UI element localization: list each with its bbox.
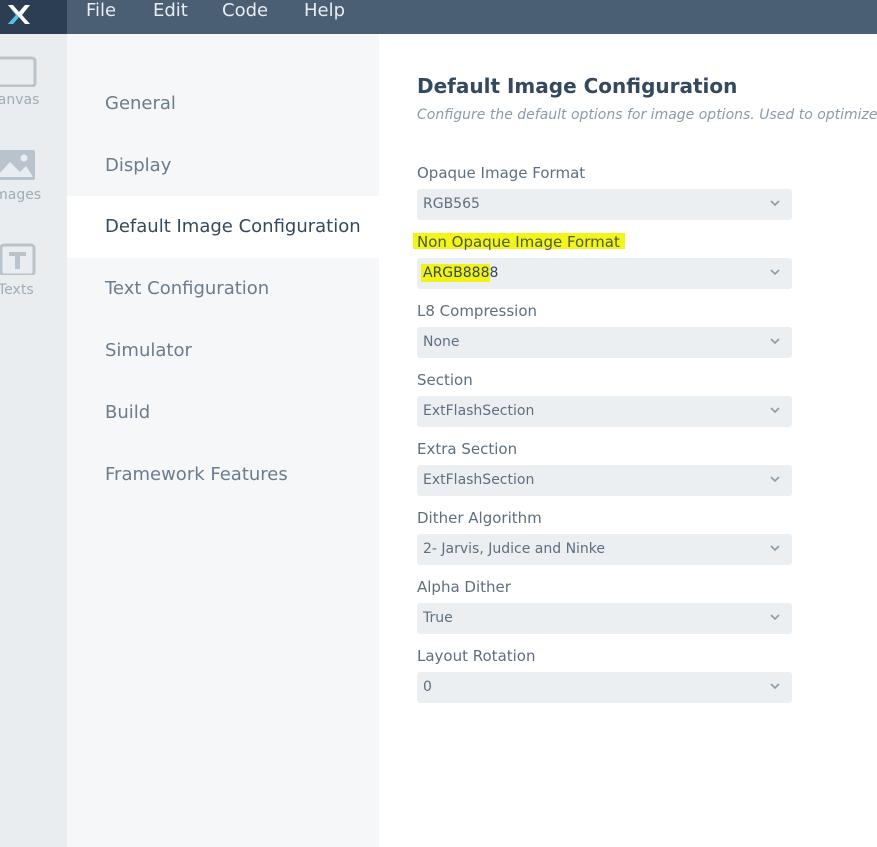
extra-section-select[interactable]: ExtFlashSection [417,465,792,496]
field-label-opaque-image-format: Opaque Image Format [417,164,586,182]
texts-icon [0,243,36,275]
logo-x-icon [8,5,30,24]
select-value: 0 [423,679,432,695]
rail-item-texts[interactable]: Texts [0,239,67,319]
non-opaque-image-format-select[interactable]: ARGB8888 [417,258,792,289]
menu-edit[interactable]: Edit [153,0,188,24]
nav-item-build[interactable]: Build [67,382,379,444]
settings-nav: General Display Default Image Configurat… [67,34,379,847]
menu-file[interactable]: File [86,0,116,24]
menu-help[interactable]: Help [304,0,345,24]
canvas-icon [0,56,37,87]
page-title: Default Image Configuration [417,74,738,98]
l8-compression-select[interactable]: None [417,327,792,358]
field-label-non-opaque-image-format: Non Opaque Image Format [417,233,620,251]
rail-label-texts: Texts [0,282,34,298]
layout-rotation-select[interactable]: 0 [417,672,792,703]
rail-label-canvas: Canvas [0,92,40,108]
select-value: ExtFlashSection [423,472,535,488]
nav-item-framework-features[interactable]: Framework Features [67,444,379,506]
chevron-down-icon [770,338,780,345]
section-select[interactable]: ExtFlashSection [417,396,792,427]
app-logo[interactable] [0,0,67,34]
images-icon [0,150,35,180]
select-value: ARGB8888 [423,265,499,281]
field-label-section: Section [417,371,473,389]
chevron-down-icon [770,476,780,483]
field-label-dither-algorithm: Dither Algorithm [417,509,542,527]
nav-item-general[interactable]: General [67,73,379,135]
field-label-extra-section: Extra Section [417,440,518,458]
chevron-down-icon [770,545,780,552]
menu-code[interactable]: Code [222,0,268,24]
nav-item-default-image-configuration[interactable]: Default Image Configuration [67,196,379,258]
select-value: 2- Jarvis, Judice and Ninke [423,541,606,557]
dither-algorithm-select[interactable]: 2- Jarvis, Judice and Ninke [417,534,792,565]
field-label-alpha-dither: Alpha Dither [417,578,511,596]
select-value: RGB565 [423,196,480,212]
chevron-down-icon [770,200,780,207]
field-label-layout-rotation: Layout Rotation [417,647,536,665]
nav-item-simulator[interactable]: Simulator [67,320,379,382]
left-rail: Canvas Images Texts [0,34,67,847]
select-value: ExtFlashSection [423,403,535,419]
chevron-down-icon [770,407,780,414]
rail-label-images: Images [0,187,42,203]
chevron-down-icon [770,683,780,690]
field-label-l8-compression: L8 Compression [417,302,537,320]
page-subtitle: Configure the default options for image … [417,107,877,123]
opaque-image-format-select[interactable]: RGB565 [417,189,792,220]
rail-item-canvas[interactable]: Canvas [0,49,67,129]
select-value: None [423,334,460,350]
chevron-down-icon [770,269,780,276]
alpha-dither-select[interactable]: True [417,603,792,634]
menu-bar: File Edit Code Help [0,0,877,34]
chevron-down-icon [770,614,780,621]
content-panel: Default Image Configuration Configure th… [379,34,877,847]
select-value: True [423,610,453,626]
nav-item-display[interactable]: Display [67,135,379,197]
nav-item-text-configuration[interactable]: Text Configuration [67,258,379,320]
rail-item-images[interactable]: Images [0,144,67,224]
